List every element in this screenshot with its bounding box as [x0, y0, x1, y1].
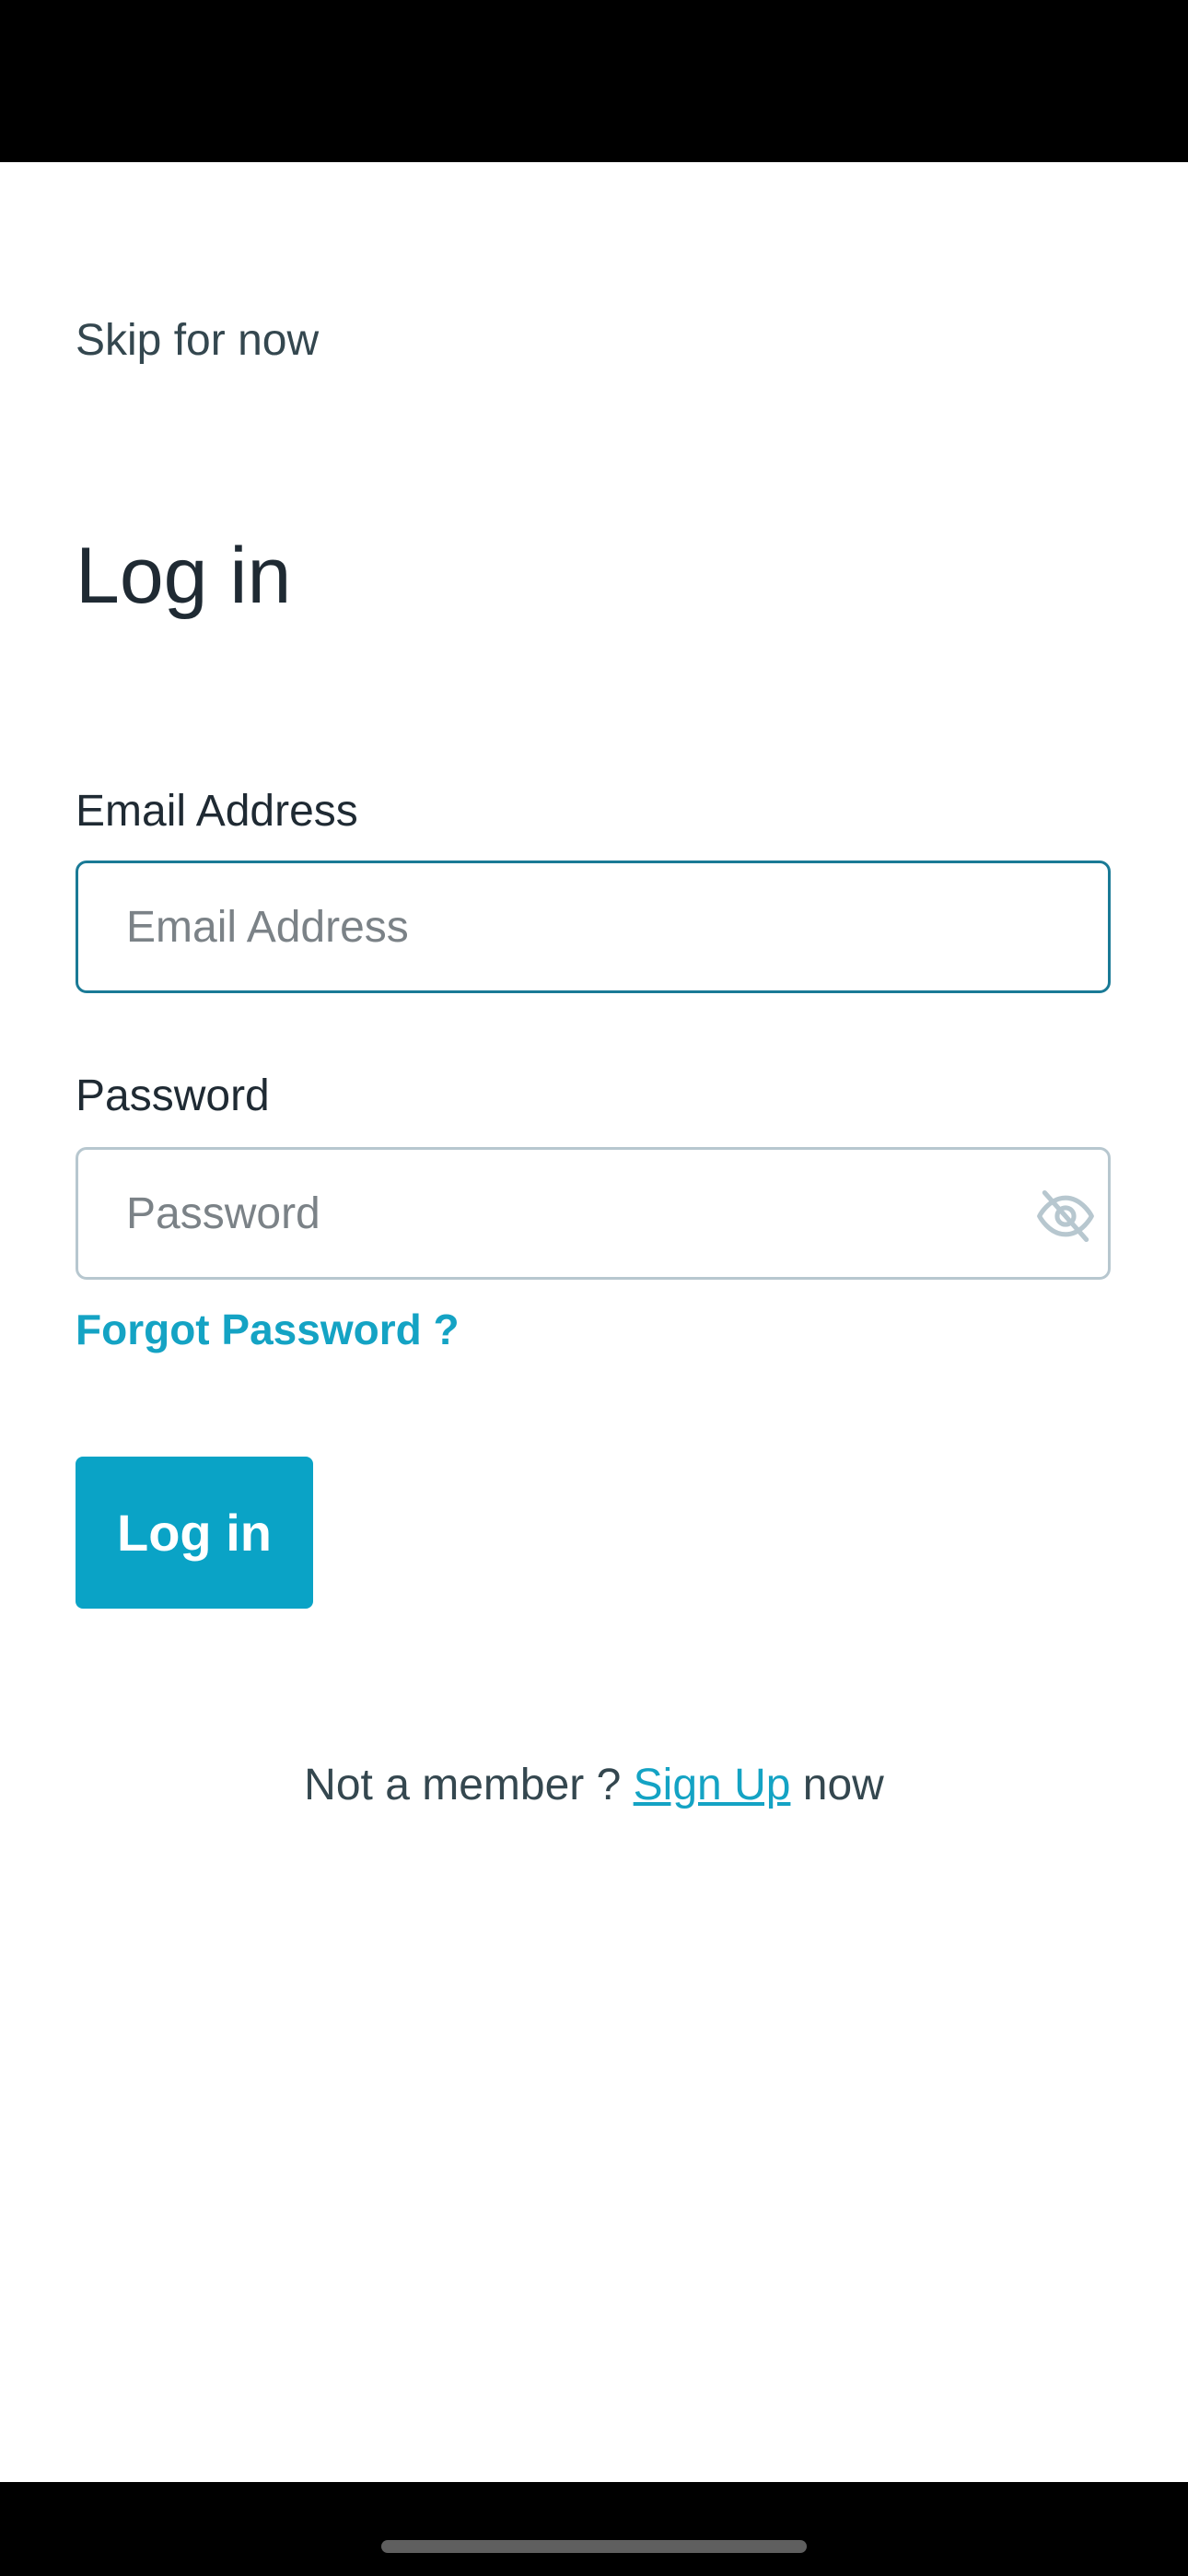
signup-prefix: Not a member ? — [304, 1761, 622, 1809]
status-bar — [0, 0, 1188, 162]
skip-for-now-link[interactable]: Skip for now — [76, 319, 319, 363]
signup-suffix: now — [802, 1761, 884, 1809]
login-button[interactable]: Log in — [76, 1457, 313, 1609]
sign-up-link[interactable]: Sign Up — [634, 1761, 791, 1809]
page-title: Log in — [76, 532, 292, 620]
forgot-password-link[interactable]: Forgot Password ? — [76, 1308, 460, 1351]
email-input[interactable] — [126, 863, 1010, 990]
eye-off-icon — [1037, 1189, 1094, 1243]
password-label: Password — [76, 1071, 270, 1120]
password-input[interactable] — [126, 1150, 1010, 1277]
show-password-toggle[interactable] — [1031, 1181, 1101, 1251]
home-indicator[interactable] — [381, 2540, 807, 2553]
signup-prompt: Not a member ? Sign Up now — [0, 1763, 1188, 1808]
email-field-container — [76, 861, 1111, 993]
login-screen: Skip for now Log in Email Address Passwo… — [0, 0, 1188, 2576]
navigation-bar — [0, 2482, 1188, 2576]
email-label: Email Address — [76, 787, 358, 836]
password-field-container — [76, 1147, 1111, 1280]
